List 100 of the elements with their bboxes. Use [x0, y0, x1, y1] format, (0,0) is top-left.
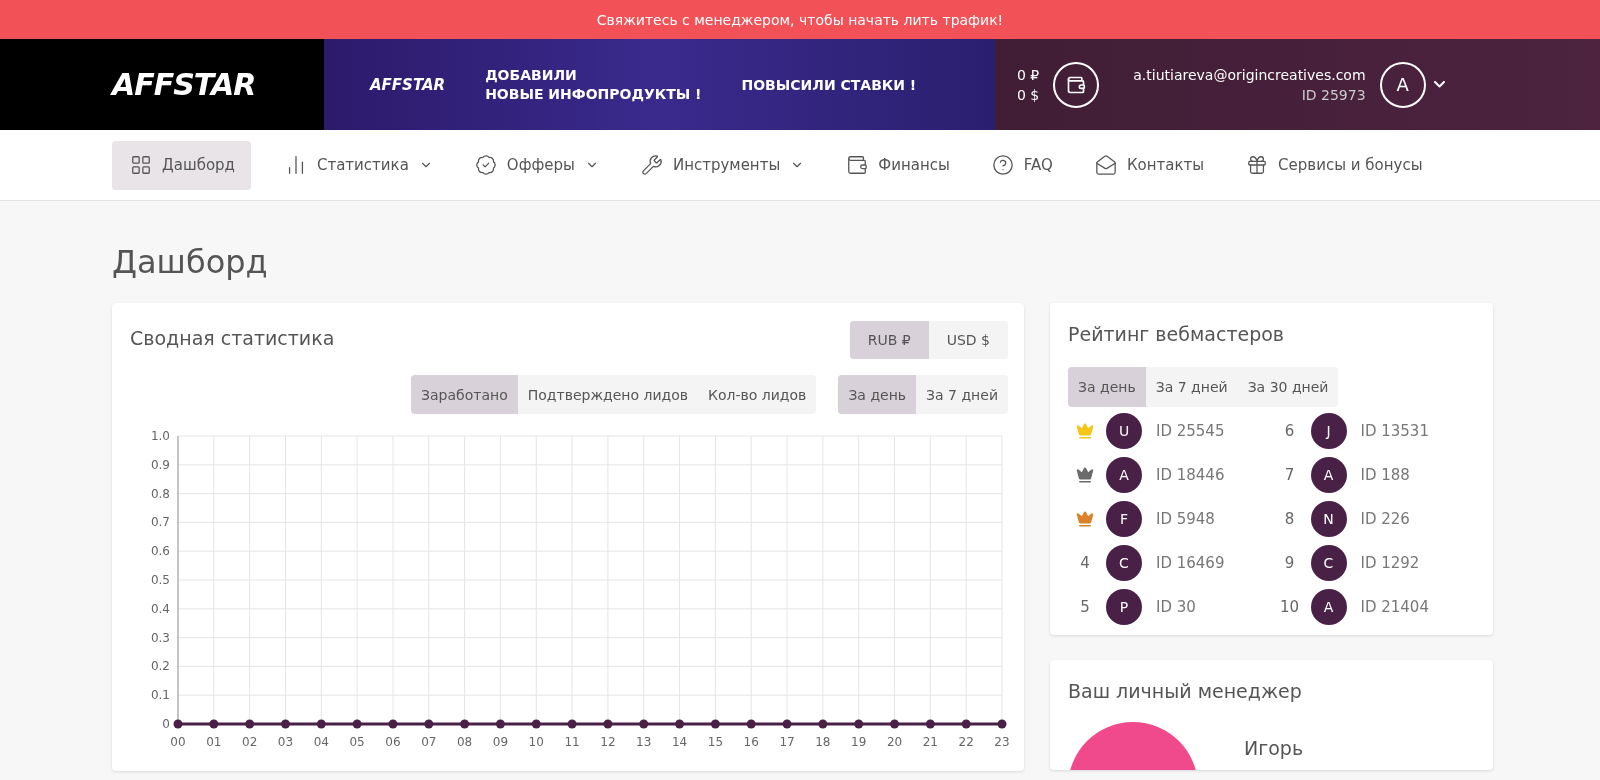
banner-brand: AFFSTAR	[370, 75, 446, 94]
rank-number: 6	[1283, 422, 1296, 440]
x-tick-label: 02	[242, 735, 258, 749]
wallet-button[interactable]	[1053, 61, 1100, 108]
card-title: Рейтинг вебмастеров	[1068, 323, 1286, 345]
page-title: Дашборд	[112, 243, 269, 281]
metric-tab[interactable]: Заработано	[411, 375, 518, 414]
data-point	[710, 719, 720, 729]
metric-tab[interactable]: Подтверждено лидов	[517, 375, 699, 414]
nav-item[interactable]: Дашборд	[112, 140, 251, 190]
data-point	[961, 719, 971, 729]
y-tick-label: 0.9	[150, 457, 170, 472]
webmaster-id: ID 30	[1156, 598, 1196, 616]
webmaster-id: ID 13531	[1360, 422, 1429, 440]
avatar-button[interactable]: A	[1379, 61, 1426, 108]
data-point	[567, 719, 577, 729]
nav-item[interactable]: Финансы	[828, 140, 966, 190]
data-point	[531, 719, 541, 729]
data-point	[209, 719, 219, 729]
currency-tab[interactable]: RUB ₽	[849, 321, 929, 359]
x-tick-label: 18	[815, 735, 831, 749]
y-tick-label: 0	[162, 717, 170, 731]
x-tick-label: 19	[851, 735, 867, 749]
data-point	[460, 719, 470, 729]
data-point	[854, 719, 864, 729]
balance-usd: 0 $	[1017, 85, 1040, 105]
nav-item[interactable]: Контакты	[1076, 140, 1221, 190]
data-point	[281, 719, 290, 729]
nav-item[interactable]: Статистика	[266, 140, 449, 190]
avatar: F	[1106, 501, 1142, 537]
period-tab[interactable]: За 7 дней	[1145, 367, 1238, 407]
y-tick-label: 0.7	[150, 515, 170, 530]
x-tick-label: 12	[600, 735, 616, 749]
x-tick-label: 15	[707, 735, 724, 749]
rank-number: 4	[1079, 554, 1091, 572]
user-id: ID 25973	[1301, 85, 1366, 105]
x-tick-label: 20	[886, 735, 903, 749]
rank-number: 10	[1278, 598, 1301, 616]
gift-icon	[1246, 154, 1269, 176]
y-tick-label: 0.5	[150, 573, 170, 587]
x-tick-label: 22	[958, 735, 974, 749]
webmaster-id: ID 18446	[1156, 466, 1225, 484]
data-point	[424, 719, 434, 729]
x-tick-label: 10	[528, 735, 544, 749]
data-point	[997, 719, 1007, 729]
nav-item[interactable]: FAQ	[973, 140, 1069, 190]
x-tick-label: 00	[170, 735, 186, 749]
x-tick-label: 06	[385, 735, 401, 749]
banner-text: НОВЫЕ ИНФОПРОДУКТЫ !	[485, 84, 702, 104]
avatar: U	[1106, 413, 1142, 449]
announcement-text: Свяжитесь с менеджером, чтобы начать лить трафик!	[0, 0, 1600, 39]
wallet-icon	[1066, 74, 1087, 95]
grid-icon	[130, 154, 152, 176]
nav-item[interactable]: Офферы	[456, 140, 615, 190]
x-tick-label: 05	[349, 735, 365, 749]
y-tick-label: 0.3	[150, 630, 170, 645]
help-icon	[991, 154, 1014, 176]
data-point	[245, 719, 255, 729]
data-point	[352, 719, 362, 729]
promo-banner[interactable]: AFFSTAR ДОБАВИЛИ НОВЫЕ ИНФОПРОДУКТЫ ! ПОВЫСИЛИ СТАВКИ !	[324, 39, 995, 130]
logo[interactable]: AFFSTAR	[112, 67, 256, 102]
period-tab[interactable]: За день	[1068, 367, 1146, 407]
x-tick-label: 04	[313, 735, 329, 749]
nav-item[interactable]: Сервисы и бонусы	[1228, 140, 1439, 190]
y-tick-label: 0.6	[150, 544, 170, 559]
x-tick-label: 07	[421, 735, 437, 749]
data-point	[890, 719, 899, 729]
period-tab[interactable]: За 7 дней	[916, 375, 1008, 414]
x-tick-label: 23	[994, 735, 1010, 749]
x-tick-label: 13	[636, 735, 652, 749]
x-tick-label: 08	[456, 735, 473, 749]
y-tick-label: 0.8	[150, 486, 170, 501]
data-point	[495, 719, 505, 729]
metric-tab[interactable]: Кол-во лидов	[698, 375, 817, 414]
x-tick-label: 11	[564, 735, 580, 749]
avatar: P	[1106, 589, 1142, 625]
x-tick-label: 17	[779, 735, 795, 749]
balance-rub: 0 ₽	[1017, 65, 1040, 85]
dropdown-button[interactable]	[1433, 81, 1445, 88]
avatar: N	[1310, 501, 1347, 537]
currency-tab[interactable]: USD $	[928, 321, 1008, 359]
period-tab[interactable]: За 30 дней	[1237, 367, 1339, 407]
data-point	[925, 719, 935, 729]
banner-text: ПОВЫСИЛИ СТАВКИ !	[741, 76, 917, 93]
card-title: Ваш личный менеджер	[1068, 680, 1303, 702]
data-point	[316, 719, 326, 729]
period-tab[interactable]: За день	[838, 375, 917, 414]
data-point	[603, 719, 613, 729]
nav-item[interactable]: Инструменты	[622, 140, 821, 190]
webmaster-id: ID 21404	[1360, 598, 1429, 616]
x-tick-label: 16	[743, 735, 759, 749]
y-tick-label: 0.2	[150, 659, 170, 674]
rank-number: 9	[1283, 554, 1296, 572]
user-email: a.tiutiareva@origincreatives.com	[1133, 65, 1366, 85]
rank-number: 7	[1283, 466, 1296, 484]
data-point	[173, 719, 183, 729]
x-tick-label: 09	[492, 735, 509, 749]
badge-icon	[474, 154, 497, 176]
avatar: A	[1106, 457, 1142, 493]
rank-number: 8	[1283, 510, 1296, 528]
